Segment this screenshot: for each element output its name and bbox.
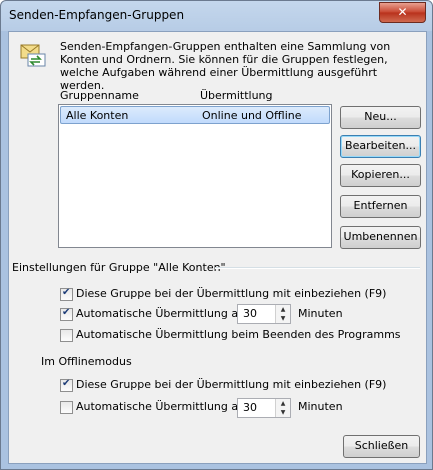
dialog-window: Senden-Empfangen-Gruppen ✕ Senden-Empfan… <box>0 0 433 470</box>
auto-transfer-checkbox[interactable] <box>60 307 73 321</box>
offline-auto-transfer-minutes-stepper[interactable]: 30 ▲ ▼ <box>237 398 291 418</box>
group-list[interactable]: Alle Konten Online und Offline <box>58 104 332 248</box>
settings-divider <box>215 267 420 269</box>
transfer-on-exit-checkbox[interactable] <box>60 329 73 342</box>
spin-up-icon[interactable]: ▲ <box>276 399 290 408</box>
offline-include-group-label: Diese Gruppe bei der Übermittlung mit ei… <box>76 378 387 391</box>
offline-heading: Im Offlinemodus <box>41 355 132 368</box>
dialog-client: Senden-Empfangen-Gruppen enthalten eine … <box>8 31 427 464</box>
new-button[interactable]: Neu... <box>340 106 421 129</box>
send-receive-icon <box>20 44 46 67</box>
column-header-group-name: Gruppenname <box>60 89 139 102</box>
include-group-label: Diese Gruppe bei der Übermittlung mit ei… <box>76 287 387 300</box>
transfer-on-exit-label: Automatische Übermittlung beim Beenden d… <box>76 328 401 341</box>
column-header-transfer: Übermittlung <box>200 89 273 102</box>
offline-auto-transfer-minutes-value: 30 <box>243 401 257 414</box>
auto-transfer-label: Automatische Übermittlung alle <box>76 307 252 320</box>
settings-heading: Einstellungen für Gruppe "Alle Konten" <box>12 261 226 274</box>
offline-include-group-checkbox[interactable] <box>60 378 73 392</box>
list-item[interactable]: Alle Konten Online und Offline <box>60 106 330 124</box>
include-group-checkbox[interactable] <box>60 287 73 301</box>
auto-transfer-unit: Minuten <box>298 307 343 320</box>
spin-up-icon[interactable]: ▲ <box>276 305 290 314</box>
remove-button[interactable]: Entfernen <box>340 195 421 218</box>
auto-transfer-minutes-stepper[interactable]: 30 ▲ ▼ <box>237 304 291 324</box>
title-bar[interactable]: Senden-Empfangen-Gruppen ✕ <box>1 1 432 31</box>
list-item-name: Alle Konten <box>66 109 129 122</box>
offline-auto-transfer-label: Automatische Übermittlung alle <box>76 400 252 413</box>
edit-button[interactable]: Bearbeiten... <box>340 135 421 158</box>
spin-down-icon[interactable]: ▼ <box>276 408 290 417</box>
window-title: Senden-Empfangen-Gruppen <box>9 8 185 22</box>
intro-text: Senden-Empfangen-Gruppen enthalten eine … <box>60 40 391 92</box>
close-icon: ✕ <box>397 5 408 19</box>
offline-auto-transfer-checkbox[interactable] <box>60 401 73 414</box>
copy-button[interactable]: Kopieren... <box>340 164 421 187</box>
spin-down-icon[interactable]: ▼ <box>276 314 290 323</box>
close-button[interactable]: Schließen <box>343 435 420 458</box>
offline-auto-transfer-unit: Minuten <box>298 400 343 413</box>
list-item-transfer: Online und Offline <box>202 109 302 122</box>
auto-transfer-minutes-value: 30 <box>243 307 257 320</box>
close-window-button[interactable]: ✕ <box>379 2 426 23</box>
rename-button[interactable]: Umbenennen <box>340 226 421 249</box>
